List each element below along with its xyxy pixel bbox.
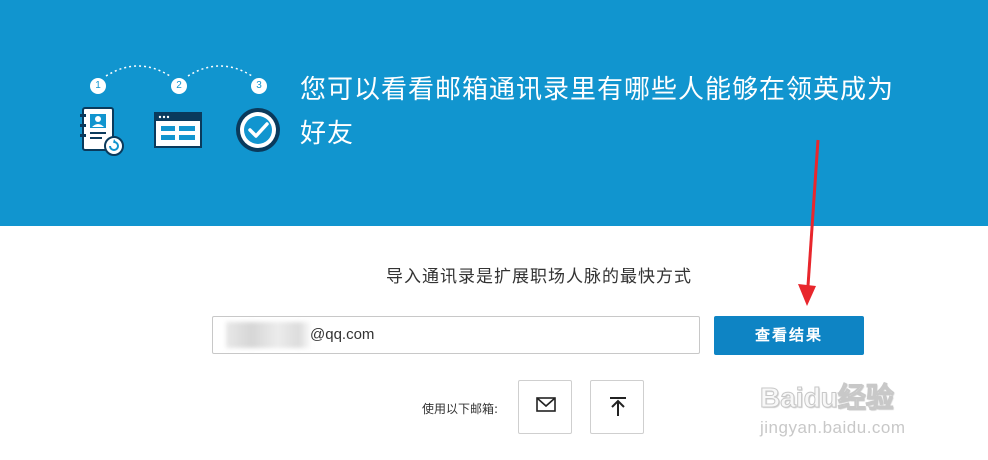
step-number-2: 2 — [171, 78, 187, 94]
email-field-value: @qq.com — [310, 326, 375, 343]
step-number-1: 1 — [90, 78, 106, 94]
address-book-icon — [80, 107, 124, 156]
redacted-email-prefix — [226, 322, 312, 348]
mail-icon — [536, 397, 556, 412]
upload-contacts-button[interactable] — [590, 380, 644, 434]
hero-title: 您可以看看邮箱通讯录里有哪些人能够在领英成为好友 — [300, 75, 895, 149]
view-results-button[interactable]: 查看结果 — [714, 316, 864, 355]
checkmark-circle-icon — [236, 108, 280, 152]
step-number-3: 3 — [251, 78, 267, 94]
form-list-icon — [154, 112, 202, 148]
baidu-watermark: Baidu经验 — [760, 382, 895, 414]
steps-illustration: 1 2 3 — [78, 62, 288, 162]
import-subtitle: 导入通讯录是扩展职场人脉的最快方式 — [386, 267, 692, 287]
hero-banner: 1 2 3 您可以看看邮箱通讯录里有哪些人能够在领英成为好友 — [0, 0, 988, 226]
upload-icon — [610, 397, 626, 416]
mail-provider-button[interactable] — [518, 380, 572, 434]
watermark-url: jingyan.baidu.com — [760, 418, 906, 437]
use-following-email-label: 使用以下邮箱: — [422, 402, 499, 416]
